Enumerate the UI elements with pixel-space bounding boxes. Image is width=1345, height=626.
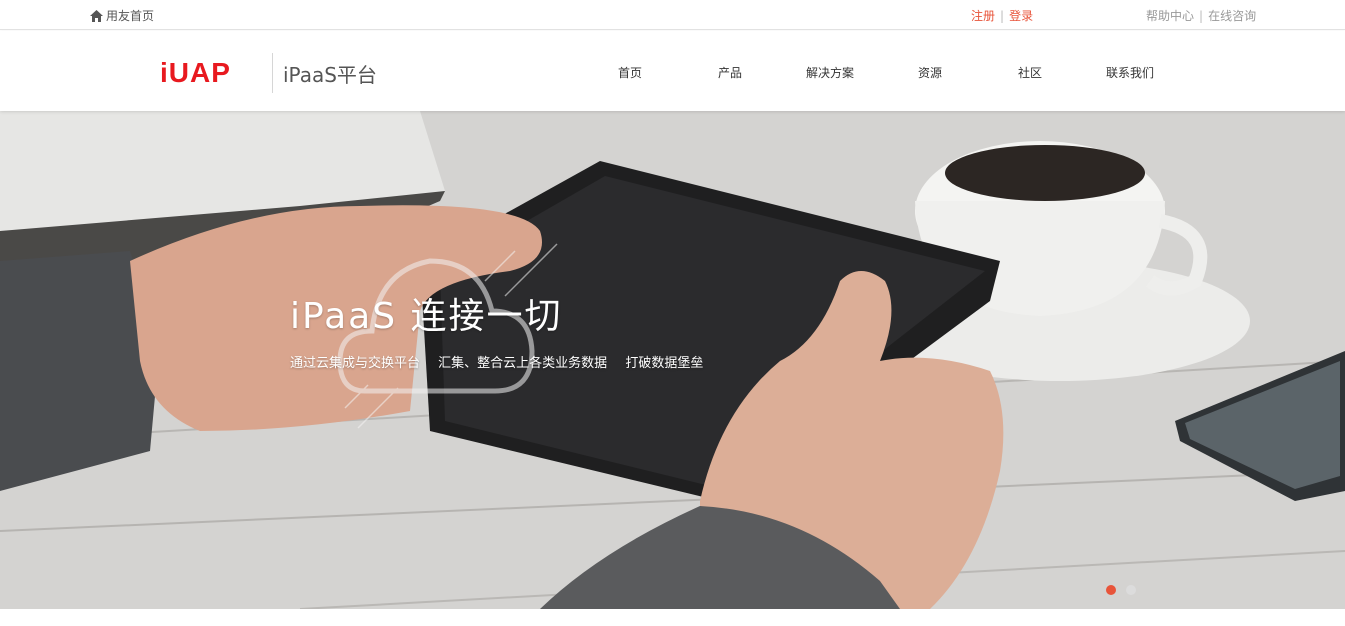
- hero-subtitle-part: 通过云集成与交换平台: [290, 356, 421, 371]
- home-icon: [90, 9, 103, 22]
- help-links: 帮助中心 | 在线咨询: [1146, 7, 1256, 24]
- top-utility-bar: 用友首页 注册 | 登录 帮助中心 | 在线咨询: [0, 0, 1345, 30]
- hero-title: iPaaS 连接一切: [290, 296, 563, 337]
- hero-banner[interactable]: iPaaS 连接一切 通过云集成与交换平台 汇集、整合云上各类业务数据 打破数据…: [0, 111, 1345, 609]
- auth-links: 注册 | 登录: [971, 7, 1033, 24]
- carousel-dot-1[interactable]: [1106, 585, 1116, 595]
- nav-item-resources[interactable]: 资源: [918, 64, 942, 81]
- nav-item-contact[interactable]: 联系我们: [1106, 64, 1154, 81]
- nav-item-community[interactable]: 社区: [1018, 64, 1042, 81]
- nav-item-home[interactable]: 首页: [618, 64, 642, 81]
- hero-subtitle-part: 汇集、整合云上各类业务数据: [438, 356, 608, 371]
- separator: |: [1199, 8, 1204, 23]
- nav-item-products[interactable]: 产品: [718, 64, 742, 81]
- help-center-link[interactable]: 帮助中心: [1146, 7, 1194, 24]
- register-link[interactable]: 注册: [971, 7, 995, 24]
- home-link[interactable]: 用友首页: [90, 7, 154, 24]
- online-consult-link[interactable]: 在线咨询: [1208, 7, 1256, 24]
- separator: |: [1000, 8, 1005, 23]
- login-link[interactable]: 登录: [1009, 7, 1033, 24]
- main-header: iUAP iPaaS平台 首页 产品 解决方案 资源 社区 联系我们: [0, 31, 1345, 111]
- carousel-dot-2[interactable]: [1126, 585, 1136, 595]
- carousel-pagination: [1106, 585, 1146, 595]
- nav-item-solutions[interactable]: 解决方案: [806, 64, 854, 81]
- hero-subtitle-part: 打破数据堡垒: [625, 356, 704, 371]
- main-nav: 首页 产品 解决方案 资源 社区 联系我们: [0, 64, 1345, 84]
- home-link-label: 用友首页: [106, 9, 155, 23]
- page-bottom-strip: [0, 609, 1345, 626]
- hero-subtitle: 通过云集成与交换平台 汇集、整合云上各类业务数据 打破数据堡垒: [290, 352, 717, 371]
